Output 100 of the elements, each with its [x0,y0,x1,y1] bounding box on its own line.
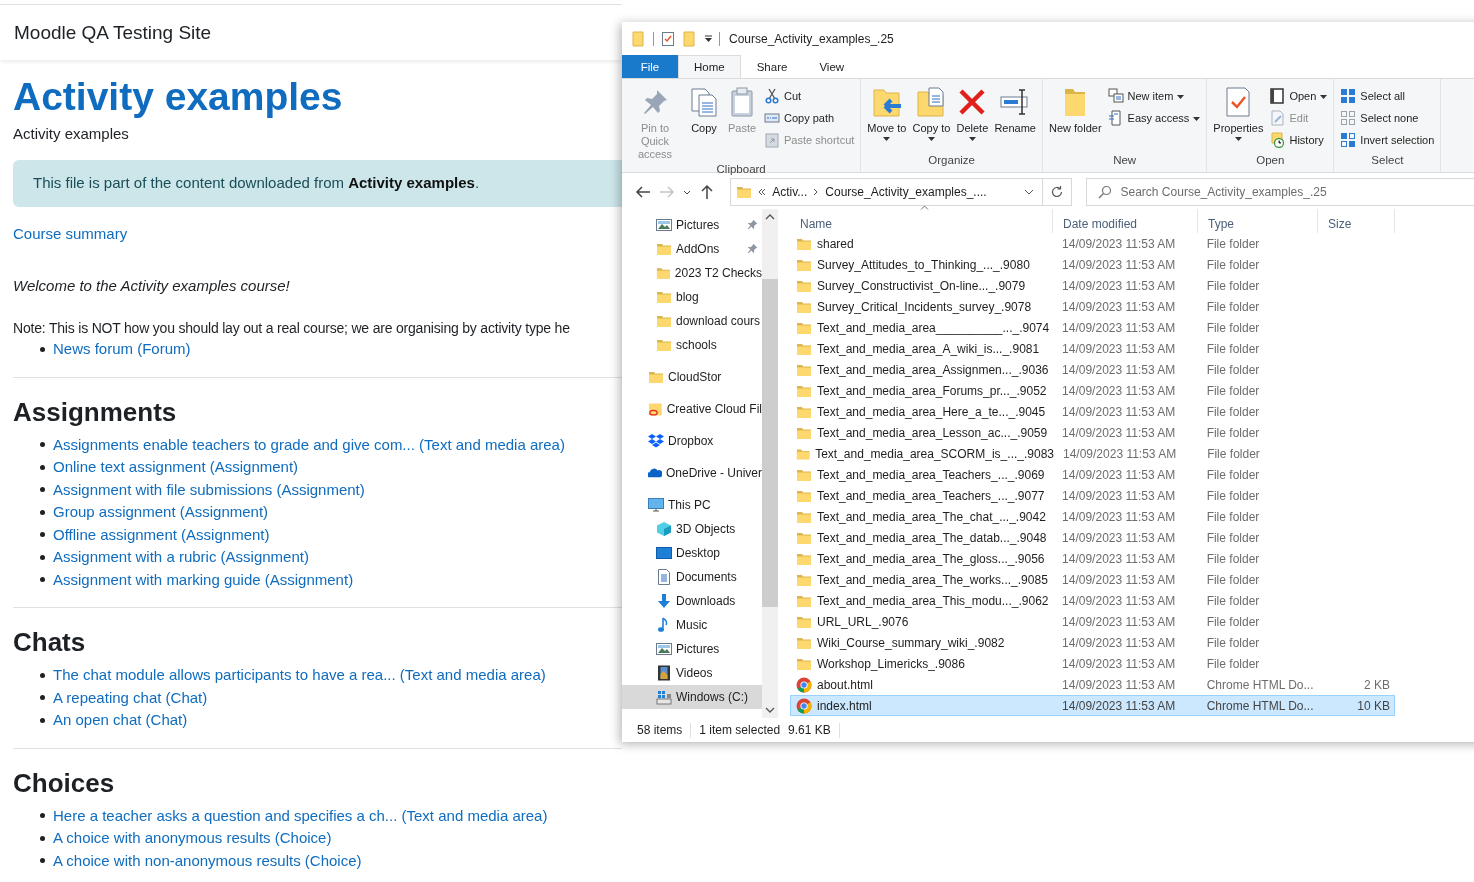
file-row[interactable]: Text_and_media_area_Here_a_te..._.9045 14/09/2023 11:53 AM File folder [790,401,1395,422]
column-header[interactable]: Size [1318,209,1395,233]
activity-link[interactable]: An open chat (Chat) [53,709,188,732]
ribbon-button[interactable]: History [1267,129,1330,151]
nav-item[interactable]: Dropbox [622,429,762,453]
refresh-button[interactable] [1042,178,1072,206]
file-row[interactable]: Text_and_media_area__________..._.9074 14/09/2023 11:53 AM File folder [790,317,1395,338]
file-row[interactable]: Workshop_Limericks_.9086 14/09/2023 11:53 AM File folder [790,653,1395,674]
file-row[interactable]: Survey_Critical_Incidents_survey_.9078 14/09/2023 11:53 AM File folder [790,296,1395,317]
file-row[interactable]: about.html 14/09/2023 11:53 AM Chrome HTML Do... 2 KB [790,674,1395,695]
ribbon-button[interactable]: Invert selection [1338,129,1437,151]
activity-link[interactable]: Assignment with marking guide (Assignment) [53,568,354,591]
nav-item[interactable]: Documents [622,565,762,589]
date-modified: 14/09/2023 11:53 AM [1062,320,1176,335]
file-row[interactable]: Text_and_media_area_Assignmen..._.9036 14/09/2023 11:53 AM File folder [790,359,1395,380]
ribbon-button[interactable]: Cut [762,85,857,107]
nav-item[interactable]: Pictures [622,213,762,237]
column-header[interactable]: Name [790,209,1053,233]
dropdown-icon[interactable] [704,34,713,43]
nav-item[interactable]: Desktop [622,541,762,565]
search-field[interactable]: Search Course_Activity_examples_.25 [1085,178,1474,206]
nav-item[interactable]: Downloads [622,589,762,613]
file-row[interactable]: URL_URL_.9076 14/09/2023 11:53 AM File folder [790,611,1395,632]
file-row[interactable]: Survey_Attitudes_to_Thinking_..._.9080 14/09/2023 11:53 AM File folder [790,254,1395,275]
nav-item[interactable]: 2023 T2 Checks [622,261,762,285]
nav-item[interactable]: Creative Cloud Fil [622,397,762,421]
breadcrumb[interactable]: Activ... [772,185,808,199]
breadcrumb[interactable]: Course_Activity_examples_.... [825,185,987,199]
file-row[interactable]: Survey_Constructivist_On-line..._.9079 14/09/2023 11:53 AM File folder [790,275,1395,296]
file-tab[interactable]: File [622,55,678,78]
ribbon-button[interactable]: Select all [1338,85,1437,107]
ribbon-tab[interactable]: Home [678,55,741,78]
file-row[interactable]: Text_and_media_area_The_datab..._.9048 14/09/2023 11:53 AM File folder [790,527,1395,548]
site-name[interactable]: Moodle QA Testing Site [14,21,212,44]
ribbon-button[interactable]: New item [1105,85,1203,107]
activity-link[interactable]: A choice with anonymous results (Choice) [53,827,332,850]
nav-item[interactable]: This PC [622,493,762,517]
dropdown-icon[interactable] [1023,189,1034,195]
scrollbar-thumb[interactable] [762,279,778,607]
ribbon-button[interactable]: Select none [1338,107,1437,129]
ribbon-button[interactable]: Properties [1211,82,1266,152]
scrollbar[interactable] [762,209,778,718]
address-bar[interactable]: Activ... Course_Activity_examples_.... [730,178,1043,206]
activity-link[interactable]: Assignments enable teachers to grade and give com... (Text and media area) [53,433,565,456]
file-row[interactable]: Text_and_media_area_The_works..._.9085 14/09/2023 11:53 AM File folder [790,569,1395,590]
ribbon-button[interactable]: Rename [992,82,1038,152]
activity-link[interactable]: Assignment with file submissions (Assignment) [53,478,365,501]
file-row[interactable]: Text_and_media_area_The_gloss..._.9056 14/09/2023 11:53 AM File folder [790,548,1395,569]
activity-link[interactable]: The chat module allows participants to have a rea... (Text and media area) [53,664,546,687]
nav-item[interactable]: 3D Objects [622,517,762,541]
ribbon-button[interactable]: Move to [865,82,909,152]
file-row[interactable]: Text_and_media_area_SCORM_is_..._.9083 14/09/2023 11:53 AM File folder [790,443,1395,464]
date-modified: 14/09/2023 11:53 AM [1062,425,1176,440]
activity-link[interactable]: Here a teacher asks a question and specifies a ch... (Text and media area) [53,804,548,827]
nav-item[interactable]: OneDrive - Univer [622,461,762,485]
activity-link[interactable]: A repeating chat (Chat) [53,686,208,709]
file-row[interactable]: Text_and_media_area_Teachers_..._.9077 14/09/2023 11:53 AM File folder [790,485,1395,506]
activity-link[interactable]: Online text assignment (Assignment) [53,456,299,479]
nav-item[interactable]: Videos [622,661,762,685]
nav-item[interactable]: download cours [622,309,762,333]
nav-item[interactable]: schools [622,333,762,357]
activity-link[interactable]: Offline assignment (Assignment) [53,523,270,546]
nav-item[interactable]: blog [622,285,762,309]
file-row[interactable]: Text_and_media_area_A_wiki_is..._.9081 14/09/2023 11:53 AM File folder [790,338,1395,359]
file-row[interactable]: Text_and_media_area_Lesson_ac..._.9059 14/09/2023 11:53 AM File folder [790,422,1395,443]
group-label: Clipboard [715,162,767,177]
ribbon-button[interactable]: Copy path [762,107,857,129]
checklist-page-icon[interactable] [660,30,676,47]
activity-link[interactable]: News forum (Forum) [53,338,191,361]
file-row[interactable]: index.html 14/09/2023 11:53 AM Chrome HTML Do... 10 KB [790,695,1395,716]
ribbon-button[interactable]: New folder [1046,82,1104,152]
date-modified: 14/09/2023 11:53 AM [1062,236,1176,251]
nav-item[interactable]: CloudStor [622,365,762,389]
file-row[interactable]: Wiki_Course_summary_wiki_.9082 14/09/2023 11:53 AM File folder [790,632,1395,653]
nav-item[interactable]: Pictures [622,637,762,661]
bullet-dot [40,487,45,493]
activity-link[interactable]: Group assignment (Assignment) [53,501,269,524]
nav-item[interactable]: Music [622,613,762,637]
column-header[interactable]: Date modified [1053,209,1198,233]
column-header[interactable]: Type [1198,209,1318,233]
ribbon-button[interactable]: Copy to [910,82,953,152]
file-row[interactable]: Text_and_media_area_The_chat_..._.9042 14/09/2023 11:53 AM File folder [790,506,1395,527]
nav-item[interactable]: Windows (C:) [622,685,762,709]
course-summary-link[interactable]: Course summary [13,225,128,242]
file-name: Text_and_media_area_Teachers_..._.9077 [817,488,1045,503]
grid-icon [1340,132,1357,148]
path-icon [764,110,780,126]
activity-link[interactable]: Assignment with a rubric (Assignment) [53,546,309,569]
activity-link[interactable]: A choice with non-anonymous results (Choice) [53,849,362,872]
file-type: File folder [1206,656,1260,671]
ribbon-button[interactable]: Easy access [1105,107,1203,129]
file-row[interactable]: Text_and_media_area_This_modu..._.9062 14/09/2023 11:53 AM File folder [790,590,1395,611]
bullet-dot [40,717,45,723]
file-row[interactable]: Text_and_media_area_Teachers_..._.9069 14/09/2023 11:53 AM File folder [790,464,1395,485]
ribbon-button[interactable]: Open [1267,85,1330,107]
file-row[interactable]: shared 14/09/2023 11:53 AM File folder [790,233,1395,254]
ribbon-button[interactable]: Delete [954,82,991,152]
nav-item[interactable]: AddOns [622,237,762,261]
file-row[interactable]: Text_and_media_area_Forums_pr..._.9052 14/09/2023 11:53 AM File folder [790,380,1395,401]
ribbon-button[interactable]: Copy [686,82,722,161]
